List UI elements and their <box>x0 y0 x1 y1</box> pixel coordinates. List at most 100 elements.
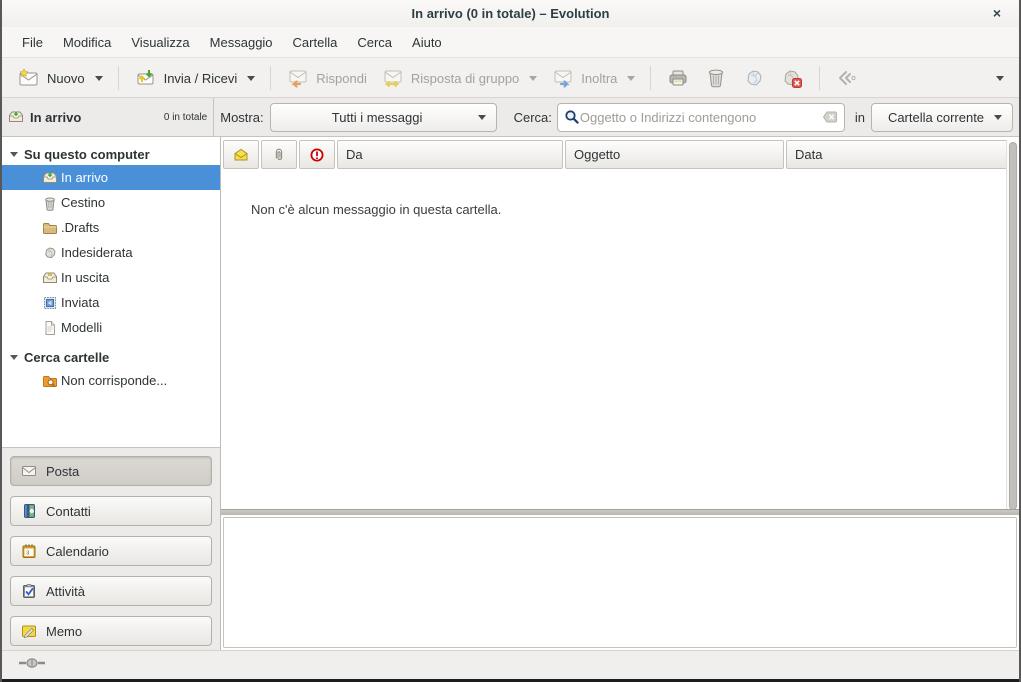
expander-icon[interactable] <box>10 152 18 157</box>
menu-file[interactable]: File <box>12 30 53 55</box>
switcher-memo-button[interactable]: Memo <box>10 616 212 646</box>
outbox-icon <box>42 270 58 286</box>
switcher-mail-button[interactable]: Posta <box>10 456 212 486</box>
filter-bar: In arrivo 0 in totale Mostra: Tutti i me… <box>2 98 1019 137</box>
forward-button[interactable]: Inoltra <box>544 62 642 94</box>
menu-aiuto[interactable]: Aiuto <box>402 30 452 55</box>
scrollbar-thumb[interactable] <box>1009 142 1017 510</box>
sidebar-item-modelli[interactable]: Modelli <box>2 315 220 340</box>
group-reply-dropdown-icon[interactable] <box>529 76 537 81</box>
component-switcher: Posta Contatti 3 Calendario <box>2 447 220 650</box>
sidebar-item-indesiderata[interactable]: Indesiderata <box>2 240 220 265</box>
priority-icon <box>309 147 325 163</box>
folder-icon <box>42 220 58 236</box>
new-button[interactable]: Nuovo <box>10 62 110 94</box>
sidebar-item-cestino[interactable]: Cestino <box>2 190 220 215</box>
contacts-icon <box>21 503 37 519</box>
forward-icon <box>551 66 575 90</box>
tree-section-search-folders[interactable]: Cerca cartelle <box>2 346 220 368</box>
switcher-label: Memo <box>46 624 82 639</box>
print-button[interactable] <box>659 62 697 94</box>
switcher-calendar-button[interactable]: 3 Calendario <box>10 536 212 566</box>
not-junk-button[interactable] <box>773 62 811 94</box>
switcher-tasks-button[interactable]: Attività <box>10 576 212 606</box>
column-read-status[interactable] <box>223 140 259 169</box>
column-priority[interactable] <box>299 140 335 169</box>
search-input[interactable] <box>580 110 822 125</box>
memo-icon <box>21 623 37 639</box>
menu-modifica[interactable]: Modifica <box>53 30 121 55</box>
tree-section-local[interactable]: Su questo computer <box>2 143 220 165</box>
group-reply-button[interactable]: Risposta di gruppo <box>374 62 544 94</box>
menu-cerca[interactable]: Cerca <box>347 30 402 55</box>
column-attachment[interactable] <box>261 140 297 169</box>
show-filter-dropdown[interactable]: Tutti i messaggi <box>270 103 497 132</box>
sidebar: Su questo computer In arrivo Cestino <box>2 137 221 650</box>
tasks-icon <box>21 583 37 599</box>
in-label: in <box>855 110 865 125</box>
clear-search-icon[interactable] <box>822 109 838 125</box>
sent-icon <box>42 295 58 311</box>
menu-visualizza[interactable]: Visualizza <box>121 30 199 55</box>
junk-icon <box>742 66 766 90</box>
switcher-label: Attività <box>46 584 85 599</box>
sidebar-item-drafts[interactable]: .Drafts <box>2 215 220 240</box>
show-label: Mostra: <box>220 110 263 125</box>
message-list-scrollbar[interactable] <box>1006 140 1018 512</box>
column-date[interactable]: Data <box>786 140 1008 169</box>
inbox-icon <box>42 170 58 186</box>
send-receive-dropdown-icon[interactable] <box>247 76 255 81</box>
sidebar-item-inviata[interactable]: Inviata <box>2 290 220 315</box>
toolbar-overflow-button[interactable] <box>985 72 1011 85</box>
mail-icon <box>21 463 37 479</box>
toolbar-separator <box>118 66 119 90</box>
expander-icon[interactable] <box>10 355 18 360</box>
reply-label: Rispondi <box>316 71 367 86</box>
toolbar-separator <box>650 66 651 90</box>
send-receive-icon <box>134 66 158 90</box>
show-filter-value: Tutti i messaggi <box>281 110 474 125</box>
message-list-pane: Da Oggetto Data Non c'è alcun messaggio … <box>221 137 1019 650</box>
new-dropdown-icon[interactable] <box>95 76 103 81</box>
preview-pane <box>223 517 1017 648</box>
switcher-label: Contatti <box>46 504 91 519</box>
sidebar-item-in-uscita[interactable]: In uscita <box>2 265 220 290</box>
switcher-label: Calendario <box>46 544 109 559</box>
column-from[interactable]: Da <box>337 140 563 169</box>
send-receive-button[interactable]: Invia / Ricevi <box>127 62 263 94</box>
switcher-contacts-button[interactable]: Contatti <box>10 496 212 526</box>
search-scope-value: Cartella corrente <box>882 110 990 125</box>
chevron-down-icon <box>478 115 486 120</box>
current-folder-title: In arrivo <box>30 110 81 125</box>
sidebar-item-in-arrivo[interactable]: In arrivo <box>2 165 220 190</box>
search-folder-icon <box>42 373 58 389</box>
menu-cartella[interactable]: Cartella <box>283 30 348 55</box>
search-scope-dropdown[interactable]: Cartella corrente <box>871 103 1013 132</box>
junk-button[interactable] <box>735 62 773 94</box>
folder-label: Modelli <box>61 320 102 335</box>
forward-dropdown-icon[interactable] <box>627 76 635 81</box>
svg-text:3: 3 <box>26 551 29 557</box>
not-junk-icon <box>780 66 804 90</box>
previous-message-icon <box>835 66 859 90</box>
statusbar <box>2 650 1019 679</box>
delete-button[interactable] <box>697 62 735 94</box>
folder-label: Inviata <box>61 295 99 310</box>
folder-label: Non corrisponde... <box>61 373 167 388</box>
templates-icon <box>42 320 58 336</box>
window-title: In arrivo (0 in totale) – Evolution <box>412 6 610 21</box>
preview-splitter[interactable] <box>221 509 1019 515</box>
menu-messaggio[interactable]: Messaggio <box>200 30 283 55</box>
online-plug-icon[interactable] <box>18 656 46 675</box>
group-reply-label: Risposta di gruppo <box>411 71 519 86</box>
reply-button[interactable]: Rispondi <box>279 62 374 94</box>
overflow-menu-icon <box>996 76 1004 81</box>
folder-label: Indesiderata <box>61 245 133 260</box>
titlebar: In arrivo (0 in totale) – Evolution × <box>2 0 1019 27</box>
sidebar-item-non-corrisponde[interactable]: Non corrisponde... <box>2 368 220 393</box>
column-subject-label: Oggetto <box>574 147 620 162</box>
previous-message-button[interactable] <box>828 62 866 94</box>
close-icon[interactable]: × <box>987 4 1007 24</box>
column-subject[interactable]: Oggetto <box>565 140 784 169</box>
folder-tree: Su questo computer In arrivo Cestino <box>2 137 220 447</box>
